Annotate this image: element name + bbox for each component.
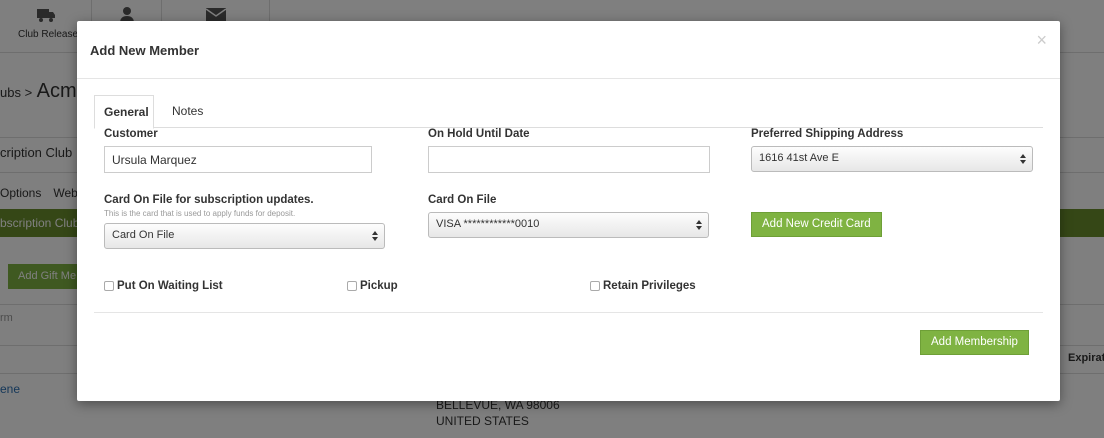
add-membership-button[interactable]: Add Membership xyxy=(920,330,1029,355)
card-subscription-hint: This is the card that is used to apply f… xyxy=(104,209,296,218)
add-new-credit-card-button[interactable]: Add New Credit Card xyxy=(751,212,882,237)
card-subscription-select[interactable]: Card On File xyxy=(104,223,385,249)
close-icon[interactable]: × xyxy=(1036,31,1047,49)
modal-divider xyxy=(94,312,1043,313)
tab-general[interactable]: General xyxy=(94,95,154,129)
select-arrows-icon xyxy=(1020,152,1026,166)
pickup-checkbox[interactable]: Pickup xyxy=(347,280,398,292)
checkbox-box[interactable] xyxy=(104,281,114,291)
waiting-list-checkbox[interactable]: Put On Waiting List xyxy=(104,280,223,292)
shipping-address-value: 1616 41st Ave E xyxy=(759,152,839,164)
customer-input[interactable]: Ursula Marquez xyxy=(104,146,372,173)
select-arrows-icon xyxy=(372,229,378,243)
shipping-address-select[interactable]: 1616 41st Ave E xyxy=(751,146,1033,172)
retain-privileges-checkbox[interactable]: Retain Privileges xyxy=(590,280,696,292)
tab-notes[interactable]: Notes xyxy=(172,95,212,128)
select-arrows-icon xyxy=(696,218,702,232)
card-on-file-value: VISA ************0010 xyxy=(436,218,540,230)
modal-header: Add New Member × xyxy=(77,21,1060,79)
on-hold-label: On Hold Until Date xyxy=(428,128,530,140)
retain-privileges-label: Retain Privileges xyxy=(603,280,696,292)
waiting-list-label: Put On Waiting List xyxy=(117,280,223,292)
checkbox-box[interactable] xyxy=(347,281,357,291)
card-on-file-select[interactable]: VISA ************0010 xyxy=(428,212,709,238)
card-subscription-label: Card On File for subscription updates. xyxy=(104,194,314,206)
card-on-file-label: Card On File xyxy=(428,194,497,206)
shipping-address-label: Preferred Shipping Address xyxy=(751,128,904,140)
modal-tabs: General Notes xyxy=(94,95,1043,129)
customer-label: Customer xyxy=(104,128,158,140)
add-member-modal: Add New Member × General Notes Customer … xyxy=(77,21,1060,401)
pickup-label: Pickup xyxy=(360,280,398,292)
modal-title: Add New Member xyxy=(90,43,200,58)
on-hold-date-input[interactable] xyxy=(428,146,710,173)
card-subscription-value: Card On File xyxy=(112,229,175,241)
checkbox-box[interactable] xyxy=(590,281,600,291)
